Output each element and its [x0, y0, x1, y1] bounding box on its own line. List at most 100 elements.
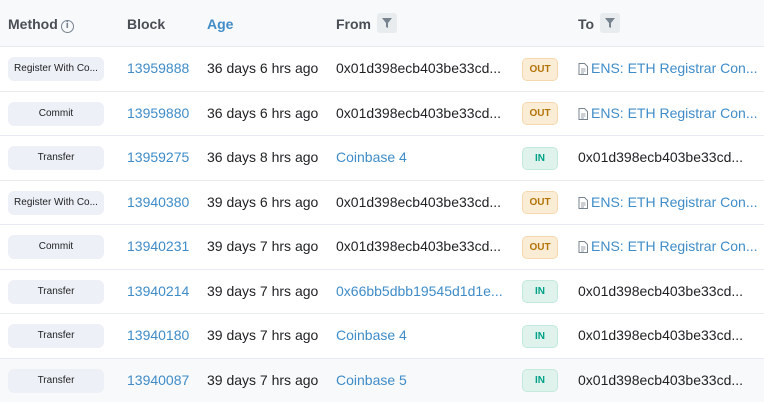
age-text: 36 days 6 hrs ago [207, 92, 318, 135]
document-icon [578, 108, 588, 120]
direction-badge: IN [522, 369, 558, 392]
to-address[interactable]: 0x01d398ecb403be33cd... [578, 149, 743, 165]
table-row: Transfer 13940180 39 days 7 hrs ago Coinbas… [0, 314, 764, 359]
method-badge[interactable]: Commit [8, 102, 104, 126]
method-cell: Commit [8, 225, 104, 268]
to-address[interactable]: ENS: ETH Registrar Con... [591, 60, 758, 76]
method-cell: Register With Co... [8, 181, 104, 224]
to-address-cell[interactable]: 0x01d398ecb403be33cd... [578, 314, 764, 357]
document-icon [578, 63, 588, 75]
to-address-cell[interactable]: 0x01d398ecb403be33cd... [578, 359, 764, 402]
table-row: Register With Co... 13940380 39 days 6 hrs… [0, 181, 764, 226]
block-link[interactable]: 13940231 [127, 225, 189, 268]
direction-cell: IN [522, 270, 558, 313]
from-address[interactable]: 0x01d398ecb403be33cd... [336, 47, 504, 90]
to-address-cell[interactable]: 0x01d398ecb403be33cd... [578, 136, 764, 179]
block-link[interactable]: 13959888 [127, 47, 189, 90]
table-row: Transfer 13959275 36 days 8 hrs ago Coinbas… [0, 136, 764, 181]
age-text: 39 days 6 hrs ago [207, 181, 318, 224]
table-row: Transfer 13940214 39 days 7 hrs ago 0x66bb5… [0, 270, 764, 315]
document-icon [578, 197, 588, 209]
from-column-header: From [336, 0, 397, 46]
to-header-label: To [578, 16, 594, 32]
method-cell: Commit [8, 92, 104, 135]
table-row: Commit 13959880 36 days 6 hrs ago 0x01d398e… [0, 92, 764, 137]
to-filter-button[interactable] [600, 13, 620, 33]
method-cell: Transfer [8, 270, 104, 313]
direction-badge: OUT [522, 102, 558, 125]
direction-badge: OUT [522, 58, 558, 81]
document-icon [578, 241, 588, 253]
direction-badge: OUT [522, 236, 558, 259]
info-circle-icon[interactable]: i [61, 20, 74, 33]
direction-badge: IN [522, 280, 558, 303]
age-text: 39 days 7 hrs ago [207, 225, 318, 268]
method-badge[interactable]: Commit [8, 235, 104, 259]
to-address-cell[interactable]: ENS: ETH Registrar Con... [578, 92, 764, 135]
filter-icon [382, 18, 392, 28]
from-address[interactable]: 0x01d398ecb403be33cd... [336, 181, 504, 224]
to-address-cell[interactable]: ENS: ETH Registrar Con... [578, 47, 764, 90]
to-address-cell[interactable]: ENS: ETH Registrar Con... [578, 225, 764, 268]
to-address[interactable]: 0x01d398ecb403be33cd... [578, 372, 743, 388]
table-row: Register With Co... 13959888 36 days 6 hrs… [0, 47, 764, 92]
direction-cell: OUT [522, 47, 558, 90]
transactions-table: Methodi Block Age From To Register With … [0, 0, 764, 402]
age-text: 39 days 7 hrs ago [207, 314, 318, 357]
from-address[interactable]: Coinbase 4 [336, 314, 504, 357]
direction-badge: OUT [522, 191, 558, 214]
method-cell: Register With Co... [8, 47, 104, 90]
from-address[interactable]: 0x01d398ecb403be33cd... [336, 225, 504, 268]
age-text: 39 days 7 hrs ago [207, 270, 318, 313]
block-link[interactable]: 13940087 [127, 359, 189, 402]
method-cell: Transfer [8, 136, 104, 179]
direction-cell: OUT [522, 225, 558, 268]
method-header-label: Method [8, 16, 58, 32]
method-badge[interactable]: Transfer [8, 146, 104, 170]
method-badge[interactable]: Transfer [8, 369, 104, 393]
to-address[interactable]: 0x01d398ecb403be33cd... [578, 283, 743, 299]
to-address-cell[interactable]: ENS: ETH Registrar Con... [578, 181, 764, 224]
method-badge[interactable]: Register With Co... [8, 191, 104, 215]
block-link[interactable]: 13940180 [127, 314, 189, 357]
method-badge[interactable]: Transfer [8, 324, 104, 348]
to-address-cell[interactable]: 0x01d398ecb403be33cd... [578, 270, 764, 313]
table-row: Transfer 13940087 39 days 7 hrs ago Coinbas… [0, 359, 764, 402]
direction-cell: IN [522, 136, 558, 179]
block-link[interactable]: 13959275 [127, 136, 189, 179]
from-address[interactable]: 0x66bb5dbb19545d1d1e... [336, 270, 504, 313]
direction-badge: IN [522, 325, 558, 348]
method-cell: Transfer [8, 314, 104, 357]
direction-cell: OUT [522, 181, 558, 224]
age-header-toggle[interactable]: Age [207, 0, 233, 46]
direction-cell: IN [522, 359, 558, 402]
table-body: Register With Co... 13959888 36 days 6 hrs… [0, 47, 764, 402]
direction-badge: IN [522, 147, 558, 170]
age-text: 36 days 6 hrs ago [207, 47, 318, 90]
method-column-header: Methodi [8, 0, 74, 46]
method-cell: Transfer [8, 359, 104, 402]
from-address[interactable]: Coinbase 4 [336, 136, 504, 179]
from-address[interactable]: 0x01d398ecb403be33cd... [336, 92, 504, 135]
method-badge[interactable]: Transfer [8, 280, 104, 304]
block-link[interactable]: 13940380 [127, 181, 189, 224]
block-link[interactable]: 13959880 [127, 92, 189, 135]
direction-cell: IN [522, 314, 558, 357]
to-column-header: To [578, 0, 620, 46]
to-address[interactable]: ENS: ETH Registrar Con... [591, 194, 758, 210]
method-badge[interactable]: Register With Co... [8, 57, 104, 81]
from-address[interactable]: Coinbase 5 [336, 359, 504, 402]
age-text: 36 days 8 hrs ago [207, 136, 318, 179]
table-header: Methodi Block Age From To [0, 0, 764, 47]
table-row: Commit 13940231 39 days 7 hrs ago 0x01d398e… [0, 225, 764, 270]
filter-icon [605, 18, 615, 28]
age-text: 39 days 7 hrs ago [207, 359, 318, 402]
from-filter-button[interactable] [377, 13, 397, 33]
from-header-label: From [336, 16, 371, 32]
to-address[interactable]: 0x01d398ecb403be33cd... [578, 327, 743, 343]
to-address[interactable]: ENS: ETH Registrar Con... [591, 238, 758, 254]
direction-cell: OUT [522, 92, 558, 135]
block-link[interactable]: 13940214 [127, 270, 189, 313]
to-address[interactable]: ENS: ETH Registrar Con... [591, 105, 758, 121]
block-header-label: Block [127, 0, 165, 46]
